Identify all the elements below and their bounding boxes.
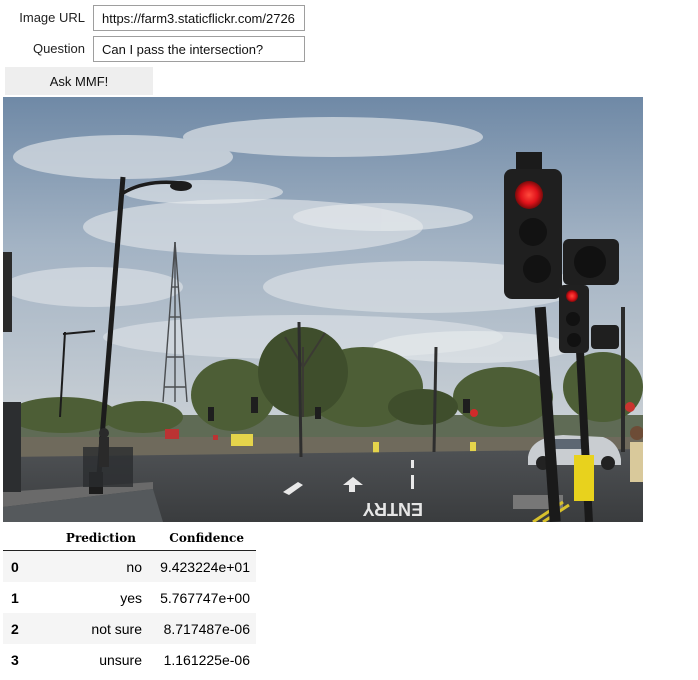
table-row: 1 yes 5.767747e+00: [3, 582, 256, 613]
prediction-cell: no: [39, 550, 148, 582]
table-row: 3 unsure 1.161225e-06: [3, 644, 256, 675]
ask-mmf-button[interactable]: Ask MMF!: [5, 67, 153, 95]
prediction-cell: unsure: [99, 651, 142, 668]
image-url-label: Image URL: [19, 10, 85, 25]
row-index: 0: [3, 550, 39, 582]
table-row: 2 not sure 8.717487e-06: [3, 613, 256, 644]
road-entry-marking: ENTRY: [363, 499, 423, 519]
confidence-cell: 5.767747e+00: [160, 589, 250, 606]
confidence-cell: 9.423224e+01: [148, 550, 256, 582]
street-intersection-photo: ENTRY: [3, 97, 643, 522]
prediction-cell: yes: [120, 589, 142, 606]
index-header: [3, 526, 39, 551]
confidence-header: Confidence: [148, 526, 256, 551]
row-index: 1: [11, 589, 19, 606]
row-index: 2: [3, 613, 39, 644]
confidence-cell: 1.161225e-06: [163, 651, 250, 668]
confidence-cell: 8.717487e-06: [148, 613, 256, 644]
prediction-cell: not sure: [39, 613, 148, 644]
predictions-header-row: Prediction Confidence: [3, 526, 256, 551]
table-row: 0 no 9.423224e+01: [3, 550, 256, 582]
prediction-header: Prediction: [39, 526, 148, 551]
predictions-table: Prediction Confidence 0 no 9.423224e+01 …: [3, 526, 256, 675]
row-index: 3: [11, 651, 19, 668]
question-label: Question: [32, 41, 85, 56]
question-input[interactable]: [93, 36, 305, 62]
image-url-input[interactable]: [93, 5, 305, 31]
